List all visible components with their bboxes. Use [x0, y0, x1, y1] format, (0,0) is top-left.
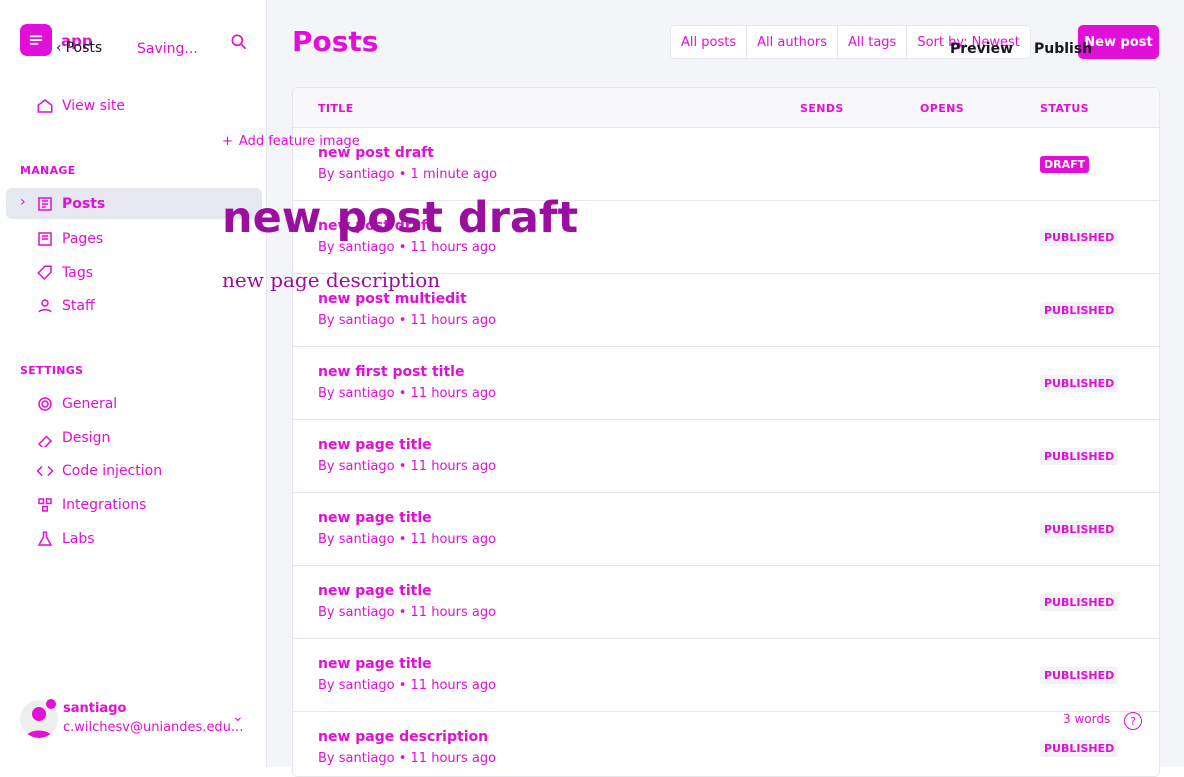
posts-table: TITLE SENDS OPENS STATUS new post draft … — [292, 87, 1160, 777]
back-posts-label: Posts — [65, 40, 103, 56]
status-badge: PUBLISHED — [1040, 448, 1119, 465]
brush-icon — [37, 435, 53, 447]
table-header: TITLE SENDS OPENS STATUS — [293, 88, 1159, 128]
row-title[interactable]: new page title — [318, 656, 432, 672]
gear-icon — [38, 397, 52, 411]
filter-all-tags[interactable]: All tags — [838, 26, 908, 58]
presence-dot — [46, 699, 56, 709]
row-meta: By santiago • 11 hours ago — [318, 459, 497, 474]
status-badge: PUBLISHED — [1040, 375, 1119, 392]
status-badge: PUBLISHED — [1040, 229, 1119, 246]
plus-icon: + — [222, 134, 233, 149]
posts-icon — [38, 197, 52, 211]
saving-status: Saving... — [137, 41, 198, 57]
row-title[interactable]: new page description — [318, 729, 488, 745]
view-site-label: View site — [62, 98, 125, 114]
row-meta: By santiago • 11 hours ago — [318, 386, 497, 401]
chevron-left-icon: ‹ — [56, 40, 62, 56]
nav-design-label: Design — [62, 430, 111, 446]
staff-icon — [38, 299, 52, 313]
nav-pages[interactable]: Pages — [36, 230, 103, 248]
row-meta: By santiago • 11 hours ago — [318, 313, 497, 328]
user-email: c.wilchesv@uniandes.edu... — [63, 720, 244, 735]
nav-general[interactable]: General — [36, 395, 117, 413]
nav-staff[interactable]: Staff — [36, 297, 95, 315]
preview-button[interactable]: Preview — [950, 41, 1013, 57]
row-meta: By santiago • 11 hours ago — [318, 751, 497, 766]
app-logo[interactable] — [20, 24, 52, 56]
nav-integrations[interactable]: Integrations — [36, 496, 146, 514]
table-row[interactable]: new page title By santiago • 11 hours ag… — [293, 420, 1159, 493]
status-badge: PUBLISHED — [1040, 521, 1119, 538]
table-row[interactable]: new page title By santiago • 11 hours ag… — [293, 493, 1159, 566]
table-row[interactable]: new first post title By santiago • 11 ho… — [293, 347, 1159, 420]
app-logo-icon — [29, 35, 43, 45]
filter-all-posts[interactable]: All posts — [671, 26, 748, 58]
back-posts-link[interactable]: ‹ Posts — [56, 40, 102, 56]
row-meta: By santiago • 11 hours ago — [318, 678, 497, 693]
nav-labs[interactable]: Labs — [36, 530, 95, 548]
row-meta: By santiago • 11 hours ago — [318, 605, 497, 620]
row-title[interactable]: new post multiedit — [318, 291, 467, 307]
nav-labs-label: Labs — [62, 531, 95, 547]
status-badge: PUBLISHED — [1040, 302, 1119, 319]
nav-tags-label: Tags — [62, 265, 93, 281]
nav-code-injection[interactable]: Code injection — [36, 462, 162, 480]
row-meta: By santiago • 11 hours ago — [318, 532, 497, 547]
nav-design[interactable]: Design — [36, 429, 110, 447]
filter-all-authors[interactable]: All authors — [747, 26, 838, 58]
code-icon — [36, 465, 54, 477]
table-row[interactable]: new page description By santiago • 11 ho… — [293, 712, 1159, 776]
status-badge: PUBLISHED — [1040, 667, 1119, 684]
row-title[interactable]: new page title — [318, 510, 432, 526]
status-badge: PUBLISHED — [1040, 594, 1119, 611]
header-status: STATUS — [1040, 102, 1089, 115]
home-icon — [37, 99, 53, 113]
row-meta: By santiago • 1 minute ago — [318, 167, 498, 182]
pages-icon — [38, 232, 52, 246]
table-row[interactable]: new post draft By santiago • 1 minute ag… — [293, 128, 1159, 201]
add-feature-image[interactable]: + Add feature image — [222, 134, 360, 149]
editor-description[interactable]: new page description — [222, 268, 440, 292]
page-title: Posts — [292, 25, 379, 58]
row-title[interactable]: new page title — [318, 583, 432, 599]
add-feature-label: Add feature image — [238, 134, 360, 149]
nav-integrations-label: Integrations — [62, 497, 147, 513]
manage-title: MANAGE — [20, 164, 76, 177]
tag-icon — [37, 265, 52, 281]
sidebar: app ‹ Posts Saving... View site MANAGE ›… — [0, 0, 267, 767]
search-icon[interactable] — [229, 32, 249, 52]
nav-code-label: Code injection — [62, 463, 163, 479]
status-badge: DRAFT — [1040, 156, 1090, 173]
nav-general-label: General — [62, 396, 118, 412]
main: Posts All posts All authors All tags Sor… — [267, 0, 1184, 777]
header-title: TITLE — [318, 102, 354, 115]
nav-staff-label: Staff — [62, 298, 95, 314]
editor-title[interactable]: new post draft — [222, 193, 578, 243]
integrations-icon — [38, 498, 52, 512]
table-row[interactable]: new page title By santiago • 11 hours ag… — [293, 566, 1159, 639]
settings-title: SETTINGS — [20, 364, 84, 377]
nav-posts-label: Posts — [62, 196, 106, 212]
nav-tags[interactable]: Tags — [36, 264, 93, 282]
status-badge: PUBLISHED — [1040, 740, 1119, 757]
row-title[interactable]: new page title — [318, 437, 432, 453]
nav-posts[interactable]: Posts — [36, 195, 105, 213]
header-opens: OPENS — [920, 102, 965, 115]
user-name: santiago — [63, 701, 127, 716]
publish-button[interactable]: Publish — [1034, 41, 1092, 57]
word-count: 3 words — [1063, 712, 1111, 726]
table-row[interactable]: new page title By santiago • 11 hours ag… — [293, 639, 1159, 712]
header-sends: SENDS — [800, 102, 844, 115]
help-icon[interactable]: ? — [1124, 712, 1142, 730]
chevron-right-icon: › — [20, 194, 26, 210]
chevron-down-icon[interactable]: ⌄ — [232, 709, 244, 725]
view-site-link[interactable]: View site — [36, 97, 125, 115]
row-title[interactable]: new first post title — [318, 364, 464, 380]
nav-pages-label: Pages — [62, 231, 104, 247]
flask-icon — [37, 531, 53, 546]
